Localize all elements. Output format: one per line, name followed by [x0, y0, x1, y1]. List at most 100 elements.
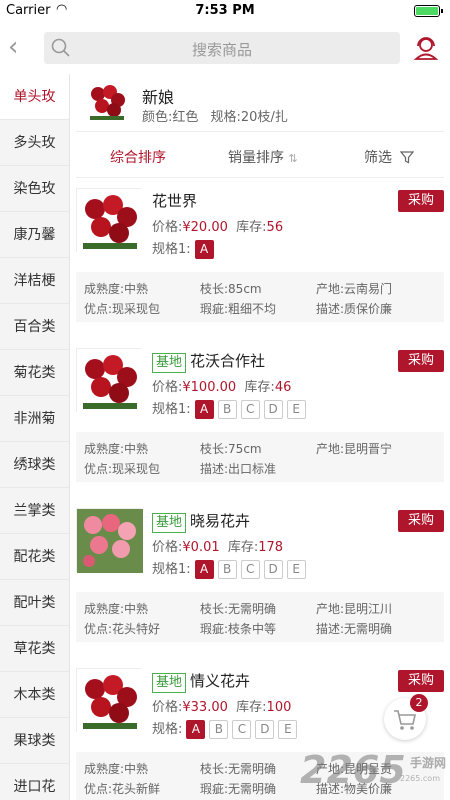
sidebar-item-2[interactable]: 染色玫: [0, 166, 69, 212]
product-stock: 178: [258, 540, 284, 555]
spec-label: 规格1:: [152, 562, 191, 577]
spec-option-b[interactable]: B: [209, 720, 229, 739]
stock-label: 库存:: [236, 700, 267, 715]
back-icon[interactable]: ‹: [8, 34, 30, 60]
sidebar-item-5[interactable]: 百合类: [0, 304, 69, 350]
spec-option-a[interactable]: A: [194, 240, 214, 259]
spec-option-d[interactable]: D: [263, 560, 283, 579]
attr-length: 枝长:无需明确: [200, 602, 277, 616]
spec-option-e[interactable]: E: [278, 720, 298, 739]
product-image[interactable]: [76, 348, 143, 413]
product-spec-row: 规格1: A B C D E: [152, 558, 306, 579]
attr-origin: 产地:昆明江川: [316, 602, 393, 616]
sidebar-item-0[interactable]: 单头玫: [0, 74, 69, 120]
product-card[interactable]: 花世界 采购 价格:¥20.00 库存:56 规格1: A 成熟度:中熟 枝长:85cm 产地…: [76, 182, 444, 340]
category-sidebar: 单头玫 多头玫 染色玫 康乃馨 洋桔梗 百合类 菊花类 非洲菊 绣球类 兰掌类 …: [0, 74, 70, 800]
price-label: 价格:: [152, 380, 183, 395]
spec-option-e[interactable]: E: [286, 560, 306, 579]
category-header: 新娘 颜色:红色 规格:20枝/扎: [76, 74, 444, 132]
filter-icon: [400, 151, 415, 164]
filter-label: 筛选: [364, 150, 392, 166]
sidebar-item-8[interactable]: 绣球类: [0, 442, 69, 488]
price-label: 价格:: [152, 540, 183, 555]
base-tag: 基地: [152, 353, 187, 373]
base-tag: 基地: [152, 513, 187, 533]
attr-maturity: 成熟度:中熟: [84, 282, 149, 296]
product-stock: 46: [274, 380, 292, 395]
spec-option-a[interactable]: A: [194, 400, 214, 419]
spec-option-c[interactable]: C: [240, 560, 260, 579]
price-label: 价格:: [152, 700, 183, 715]
sidebar-item-3[interactable]: 康乃馨: [0, 212, 69, 258]
attr-merit: 优点:花头特好: [84, 622, 161, 636]
spec-label: 规格1:: [152, 402, 191, 417]
attr-maturity: 成熟度:中熟: [84, 442, 149, 456]
watermark-logo: 2265 手游网 2265.com: [300, 748, 450, 796]
spec-label: 规格1:: [152, 242, 191, 257]
spec-option-c[interactable]: C: [240, 400, 260, 419]
sidebar-item-4[interactable]: 洋桔梗: [0, 258, 69, 304]
filter-button[interactable]: 筛选: [364, 147, 415, 167]
spec-label: 规格:: [152, 722, 183, 737]
attr-length: 枝长:85cm: [200, 282, 262, 296]
sidebar-item-15[interactable]: 进口花: [0, 764, 69, 800]
spec-option-c[interactable]: C: [232, 720, 252, 739]
category-info: 颜色:红色 规格:20枝/扎: [142, 106, 296, 125]
attr-origin: 产地:昆明晋宁: [316, 442, 393, 456]
product-price-row: 价格:¥100.00 库存:46: [152, 376, 291, 395]
sidebar-item-14[interactable]: 果球类: [0, 718, 69, 764]
buy-button[interactable]: 采购: [398, 510, 444, 532]
spec-option-a[interactable]: A: [194, 560, 214, 579]
spec-option-d[interactable]: D: [263, 400, 283, 419]
buy-button[interactable]: 采购: [398, 350, 444, 372]
spec-option-b[interactable]: B: [217, 560, 237, 579]
sort-comprehensive[interactable]: 综合排序: [110, 147, 166, 167]
product-image[interactable]: [76, 508, 143, 573]
attr-origin: 产地:云南易门: [316, 282, 393, 296]
spec-option-d[interactable]: D: [255, 720, 275, 739]
battery-icon: [414, 5, 443, 17]
product-image[interactable]: [76, 188, 143, 253]
search-input[interactable]: 搜索商品: [44, 32, 400, 64]
clock: 7:53 PM: [195, 3, 255, 18]
attr-desc: 描述:出口标准: [200, 462, 277, 476]
product-image[interactable]: [76, 668, 143, 733]
stock-label: 库存:: [244, 380, 275, 395]
customer-service-icon[interactable]: [412, 34, 440, 62]
sidebar-item-11[interactable]: 配叶类: [0, 580, 69, 626]
sidebar-item-13[interactable]: 木本类: [0, 672, 69, 718]
search-placeholder: 搜索商品: [191, 41, 252, 59]
spec-option-a[interactable]: A: [186, 720, 206, 739]
buy-button[interactable]: 采购: [398, 190, 444, 212]
product-attributes: 成熟度:中熟 枝长:75cm 产地:昆明晋宁 优点:现采现包 描述:出口标准: [76, 432, 444, 482]
product-card[interactable]: 基地 花沃合作社 采购 价格:¥100.00 库存:46 规格1: A B C D E 成熟度:中熟…: [76, 342, 444, 500]
sidebar-item-6[interactable]: 菊花类: [0, 350, 69, 396]
product-card[interactable]: 基地 晓易花卉 采购 价格:¥0.01 库存:178 规格1: A B C D E 成熟度:中熟 枝长…: [76, 502, 444, 660]
watermark-site: 手游网: [410, 756, 447, 770]
category-color: 颜色:红色: [142, 110, 199, 125]
product-price-row: 价格:¥20.00 库存:56: [152, 216, 283, 235]
sidebar-item-1[interactable]: 多头玫: [0, 120, 69, 166]
attr-flaw: 瑕疵:无需明确: [200, 782, 277, 796]
sidebar-item-12[interactable]: 草花类: [0, 626, 69, 672]
attr-maturity: 成熟度:中熟: [84, 602, 149, 616]
cart-button[interactable]: 2: [384, 694, 428, 740]
sort-sales-label: 销量排序: [228, 150, 284, 166]
base-tag: 基地: [152, 673, 187, 693]
spec-option-e[interactable]: E: [286, 400, 306, 419]
sidebar-item-7[interactable]: 非洲菊: [0, 396, 69, 442]
sort-sales[interactable]: 销量排序 ⇅: [228, 147, 298, 167]
product-stock: 100: [266, 700, 292, 715]
attr-merit: 优点:现采现包: [84, 302, 161, 316]
product-price: ¥20.00: [182, 220, 228, 235]
sidebar-item-9[interactable]: 兰掌类: [0, 488, 69, 534]
spec-option-b[interactable]: B: [217, 400, 237, 419]
attr-flaw: 瑕疵:枝条中等: [200, 622, 277, 636]
product-price: ¥33.00: [182, 700, 228, 715]
buy-button[interactable]: 采购: [398, 670, 444, 692]
sort-arrows-icon: ⇅: [288, 152, 298, 165]
sidebar-item-10[interactable]: 配花类: [0, 534, 69, 580]
attr-merit: 优点:花头新鲜: [84, 782, 161, 796]
product-name: 情义花卉: [190, 672, 251, 690]
category-spec: 规格:20枝/扎: [210, 110, 288, 125]
